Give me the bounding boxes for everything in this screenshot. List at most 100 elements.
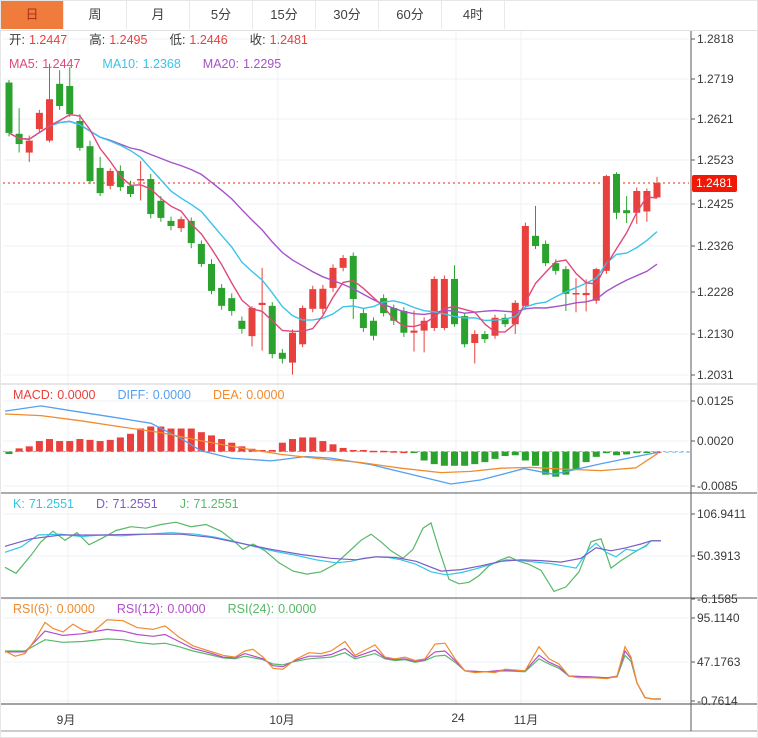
candle-body — [6, 83, 13, 133]
x-axis-label-0: 9月 — [57, 711, 76, 728]
x-axis-label-3: 11月 — [514, 711, 538, 728]
candle-body — [238, 321, 245, 329]
x-axis-label-1: 10月 — [269, 711, 294, 728]
current-price-badge: 1.2481 — [692, 175, 737, 192]
axis-label-main-8: 1.2031 — [697, 367, 734, 383]
candle-body — [249, 308, 256, 336]
candle-body — [198, 244, 205, 264]
macd-bar — [573, 452, 580, 470]
candle-body — [56, 84, 63, 106]
timeframe-tabbar: 日周月5分15分30分60分4时 — [1, 1, 758, 31]
j-line — [5, 522, 661, 591]
candle-body — [289, 333, 296, 363]
macd-bar — [26, 446, 33, 451]
candle-body — [87, 146, 94, 181]
candle-body — [603, 176, 610, 271]
axis-label-main-1: 1.2719 — [697, 71, 734, 87]
macd-bar — [76, 439, 83, 452]
candle-body — [97, 168, 104, 193]
macd-bar — [46, 439, 53, 452]
ohlc-legend: 开:1.2447高:1.2495低:1.2446收:1.2481 — [9, 32, 330, 48]
rsi24-value: RSI(24):0.0000 — [228, 601, 317, 617]
macd-bar — [66, 441, 73, 452]
tab-日[interactable]: 日 — [1, 1, 64, 29]
chart-canvas[interactable] — [1, 1, 758, 738]
macd-bar — [6, 452, 13, 454]
high-value: 高:1.2495 — [89, 32, 147, 48]
tab-60分[interactable]: 60分 — [379, 1, 442, 29]
tab-30分[interactable]: 30分 — [316, 1, 379, 29]
ma20-value: MA20:1.2295 — [203, 56, 281, 72]
candle-body — [532, 236, 539, 246]
diff-value: DIFF:0.0000 — [118, 387, 191, 403]
macd-bar — [279, 443, 286, 452]
axis-label-rsi-0: 95.1140 — [697, 610, 740, 626]
ma10-value: MA10:1.2368 — [102, 56, 180, 72]
kdj-legend: K:71.2551D:71.2551J:71.2551 — [13, 496, 261, 512]
tabbar-filler — [505, 1, 758, 30]
macd-bar — [441, 452, 448, 466]
tab-月[interactable]: 月 — [127, 1, 190, 29]
macd-bar — [16, 448, 23, 451]
tab-15分[interactable]: 15分 — [253, 1, 316, 29]
k-line — [5, 533, 661, 575]
candle-body — [107, 171, 114, 186]
candle-body — [471, 334, 478, 343]
macd-bar — [583, 452, 590, 463]
macd-bar — [532, 452, 539, 466]
candle-body — [330, 268, 337, 288]
macd-bar — [269, 450, 276, 452]
candle-body — [26, 141, 33, 153]
candle-body — [137, 179, 144, 181]
macd-bar — [512, 452, 519, 456]
macd-bar — [380, 451, 387, 453]
candle-body — [269, 306, 276, 354]
macd-bar — [431, 452, 438, 465]
candle-body — [350, 256, 357, 299]
candle-body — [370, 321, 377, 336]
macd-bar — [542, 452, 549, 475]
candle-body — [522, 226, 529, 306]
axis-label-main-6: 1.2228 — [697, 284, 734, 300]
macd-bar — [411, 452, 418, 454]
candle-body — [127, 186, 134, 194]
macd-bar — [87, 440, 94, 452]
candle-body — [542, 244, 549, 263]
candle-body — [573, 293, 580, 295]
macd-bar — [370, 451, 377, 453]
candle-body — [400, 311, 407, 333]
candle-body — [461, 316, 468, 344]
dea-value: DEA:0.0000 — [213, 387, 284, 403]
axis-label-rsi-1: 47.1763 — [697, 654, 740, 670]
macd-value: MACD:0.0000 — [13, 387, 96, 403]
macd-bar — [593, 452, 600, 457]
candle-body — [623, 210, 630, 213]
axis-label-rsi-2: -0.7614 — [697, 693, 738, 709]
candle-body — [168, 221, 175, 226]
macd-bar — [603, 452, 610, 454]
k-value: K:71.2551 — [13, 496, 74, 512]
macd-bar — [56, 441, 63, 452]
tab-4时[interactable]: 4时 — [442, 1, 505, 29]
macd-bar — [643, 452, 650, 454]
tab-周[interactable]: 周 — [64, 1, 127, 29]
macd-bar — [97, 441, 104, 452]
candle-body — [147, 179, 154, 214]
rsi12-value: RSI(12):0.0000 — [117, 601, 206, 617]
macd-bar — [471, 452, 478, 465]
tab-5分[interactable]: 5分 — [190, 1, 253, 29]
candle-body — [178, 219, 185, 228]
macd-bar — [522, 452, 529, 461]
macd-bar — [502, 452, 509, 456]
axis-label-main-2: 1.2621 — [697, 111, 734, 127]
axis-label-kdj-2: -6.1585 — [697, 591, 738, 607]
candle-body — [279, 353, 286, 359]
j-value: J:71.2551 — [180, 496, 239, 512]
ma-legend: MA5:1.2447 MA10:1.2368 MA20:1.2295 — [9, 56, 303, 72]
macd-bar — [117, 437, 124, 451]
ma5-value: MA5:1.2447 — [9, 56, 80, 72]
axis-label-main-5: 1.2326 — [697, 238, 734, 254]
axis-label-main-4: 1.2425 — [697, 196, 734, 212]
candle-body — [157, 201, 164, 218]
candle-body — [481, 334, 488, 339]
